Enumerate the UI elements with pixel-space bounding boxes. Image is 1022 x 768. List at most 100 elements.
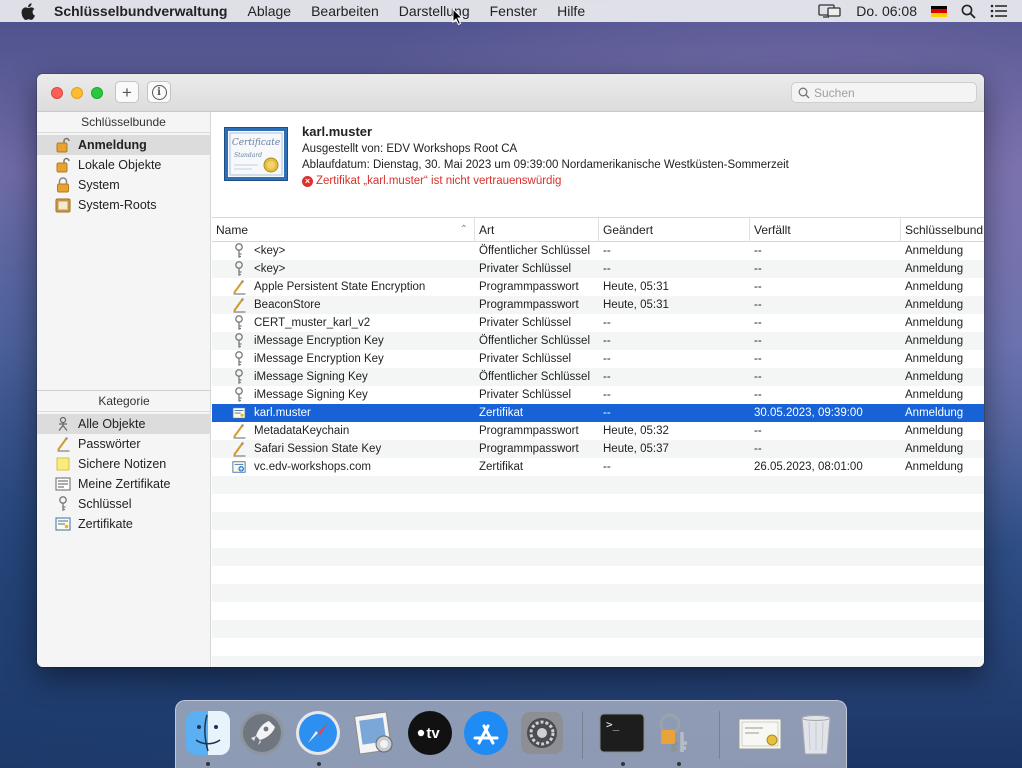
info-button[interactable]: i	[147, 81, 171, 103]
search-field[interactable]	[791, 82, 977, 103]
sidebar-item-lokale-objekte[interactable]: Lokale Objekte	[37, 155, 210, 175]
expires-cell-text: --	[754, 263, 762, 275]
table-row[interactable]: iMessage Encryption Key Öffentlicher Schl…	[212, 332, 984, 350]
table-row[interactable]: <key> Privater Schlüssel -- -- Anmeldung	[212, 260, 984, 278]
type-cell-text: Zertifikat	[479, 461, 524, 473]
clock[interactable]: Do. 06:08	[856, 3, 917, 19]
key-icon	[232, 243, 246, 259]
finder-icon[interactable]	[184, 709, 232, 757]
keychain-cell: Anmeldung	[901, 386, 984, 404]
column-header-keychain[interactable]: Schlüsselbund	[901, 218, 984, 242]
add-item-button[interactable]: +	[115, 81, 139, 103]
app-store-icon[interactable]	[462, 709, 510, 757]
menu-ablage[interactable]: Ablage	[237, 3, 301, 19]
notification-center-icon[interactable]	[990, 4, 1008, 18]
system-preferences-icon[interactable]	[518, 709, 566, 757]
type-cell: Privater Schlüssel	[475, 350, 599, 368]
changed-cell-text: --	[603, 245, 611, 257]
menu-darstellung[interactable]: Darstellung	[389, 3, 480, 19]
fullscreen-window-button[interactable]	[91, 87, 103, 99]
password-icon	[232, 279, 246, 295]
changed-cell: --	[599, 458, 750, 476]
table-row[interactable]: vc.edv-workshops.com Zertifikat -- 26.05.20…	[212, 458, 984, 476]
table-row[interactable]: iMessage Encryption Key Privater Schlüsse…	[212, 350, 984, 368]
changed-cell-text: Heute, 05:31	[603, 281, 669, 293]
menu-bar: Schlüsselbundverwaltung Ablage Bearbeite…	[0, 0, 1022, 22]
table-row[interactable]: iMessage Signing Key Öffentlicher Schlüss…	[212, 368, 984, 386]
mouse-cursor-icon	[452, 7, 464, 28]
table-row[interactable]: MetadataKeychain Programmpasswort Heute, 0…	[212, 422, 984, 440]
search-input[interactable]	[814, 85, 964, 100]
trash-icon[interactable]	[792, 709, 840, 757]
preview-icon[interactable]	[350, 709, 398, 757]
changed-cell-text: --	[603, 407, 611, 419]
table-row[interactable]: <key> Öffentlicher Schlüssel -- -- Anmeldung	[212, 242, 984, 260]
table-row[interactable]: CERT_muster_karl_v2 Privater Schlüssel -- -…	[212, 314, 984, 332]
menu-hilfe[interactable]: Hilfe	[547, 3, 595, 19]
running-indicator	[317, 762, 321, 766]
sidebar-item-sichere-notizen[interactable]: Sichere Notizen	[37, 454, 211, 474]
column-header-expires[interactable]: Verfällt	[750, 218, 901, 242]
changed-cell: --	[599, 350, 750, 368]
keychain-cell-text: Anmeldung	[905, 461, 964, 473]
name-cell-text: CERT_muster_karl_v2	[254, 317, 371, 329]
column-header-type[interactable]: Art	[475, 218, 599, 242]
key-icon	[232, 315, 246, 331]
launchpad-icon[interactable]	[238, 709, 286, 757]
display-mirroring-icon[interactable]	[818, 3, 842, 19]
menu-bearbeiten[interactable]: Bearbeiten	[301, 3, 389, 19]
certificate-preview-image: Certificate Standard	[224, 127, 288, 184]
spotlight-search-icon[interactable]	[961, 4, 976, 19]
keychain-access-icon[interactable]	[654, 709, 702, 757]
apple-menu-icon[interactable]	[19, 2, 37, 20]
close-window-button[interactable]	[51, 87, 63, 99]
table-body: <key> Öffentlicher Schlüssel -- -- Anmeldung…	[212, 242, 984, 667]
sidebar-item-passwoerter[interactable]: Passwörter	[37, 434, 211, 454]
keychain-cell-text: Anmeldung	[905, 407, 964, 419]
changed-cell-text: --	[603, 263, 611, 275]
app-name-menu[interactable]: Schlüsselbundverwaltung	[54, 3, 237, 19]
table-row[interactable]: Safari Session State Key Programmpasswort…	[212, 440, 984, 458]
expires-cell: --	[750, 296, 901, 314]
apple-tv-icon[interactable]: tv	[406, 709, 454, 757]
sidebar-item-meine-zertifikate[interactable]: Meine Zertifikate	[37, 474, 211, 494]
name-cell-text: iMessage Encryption Key	[254, 335, 384, 347]
german-flag-icon[interactable]	[931, 5, 947, 17]
sidebar-item-alle-objekte[interactable]: Alle Objekte	[37, 414, 211, 434]
changed-cell-text: --	[603, 353, 611, 365]
name-cell: MetadataKeychain	[212, 422, 475, 440]
category-header: Kategorie	[37, 391, 211, 412]
safari-icon[interactable]	[294, 709, 342, 757]
sidebar-item-system[interactable]: System	[37, 175, 210, 195]
sidebar-item-schluessel[interactable]: Schlüssel	[37, 494, 211, 514]
column-header-label: Geändert	[603, 223, 654, 237]
keychain-cell: Anmeldung	[901, 278, 984, 296]
certificate-document-icon[interactable]	[736, 709, 784, 757]
sidebar-item-anmeldung[interactable]: Anmeldung	[37, 135, 210, 155]
dock-separator	[719, 711, 720, 759]
name-cell: karl.muster	[212, 404, 475, 422]
name-cell: BeaconStore	[212, 296, 475, 314]
expires-cell-text: 30.05.2023, 09:39:00	[754, 407, 863, 419]
keychain-cell-text: Anmeldung	[905, 389, 964, 401]
menu-fenster[interactable]: Fenster	[480, 3, 547, 19]
changed-cell: Heute, 05:32	[599, 422, 750, 440]
column-header-name[interactable]: Name ⌃	[212, 218, 475, 242]
expires-cell: 30.05.2023, 09:39:00	[750, 404, 901, 422]
table-row[interactable]: BeaconStore Programmpasswort Heute, 05:31 -…	[212, 296, 984, 314]
table-row[interactable]: iMessage Signing Key Privater Schlüssel --…	[212, 386, 984, 404]
sidebar-item-zertifikate[interactable]: Zertifikate	[37, 514, 211, 534]
type-cell: Programmpasswort	[475, 278, 599, 296]
type-cell-text: Öffentlicher Schlüssel	[479, 245, 591, 257]
terminal-icon[interactable]: >_	[598, 709, 646, 757]
trust-warning-text: Zertifikat „karl.muster“ ist nicht vertr…	[316, 175, 562, 187]
table-row[interactable]: Apple Persistent State Encryption Program…	[212, 278, 984, 296]
table-row[interactable]: karl.muster Zertifikat -- 30.05.2023, 09:39…	[212, 404, 984, 422]
sidebar-item-system-roots[interactable]: System-Roots	[37, 195, 210, 215]
column-header-label: Verfällt	[754, 223, 791, 237]
keychain-cell: Anmeldung	[901, 368, 984, 386]
minimize-window-button[interactable]	[71, 87, 83, 99]
keychain-cell-text: Anmeldung	[905, 353, 964, 365]
plus-icon: +	[122, 82, 132, 102]
column-header-changed[interactable]: Geändert	[599, 218, 750, 242]
